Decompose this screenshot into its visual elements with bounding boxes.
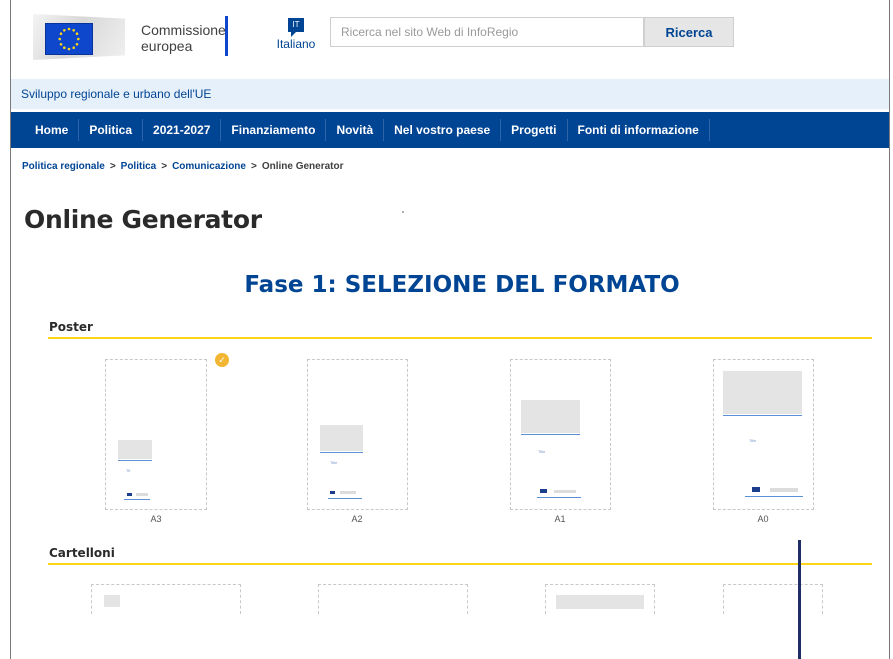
language-label: Italiano — [276, 37, 316, 51]
format-label-a3: A3 — [150, 514, 162, 524]
billboard-card-1[interactable] — [91, 584, 241, 614]
logo-divider — [225, 16, 228, 56]
section-divider-poster — [48, 337, 872, 339]
section-label-poster: Poster — [49, 320, 93, 334]
search-input[interactable] — [330, 17, 644, 47]
thumb-footer-rule — [328, 498, 362, 499]
breadcrumb-separator: > — [161, 161, 168, 172]
decorative-dot — [402, 211, 404, 213]
nav-item-finanziamento[interactable]: Finanziamento — [220, 119, 325, 141]
thumb-title: Title — [749, 438, 757, 443]
breadcrumb-separator: > — [109, 161, 116, 172]
eu-flag-icon — [45, 23, 93, 55]
billboard-card-4[interactable] — [723, 584, 823, 614]
nav-item-2021-2027[interactable]: 2021-2027 — [142, 119, 220, 141]
site-header: Commissione europea IT Italiano Ricerca — [11, 0, 889, 75]
thumb-title: Title — [538, 449, 546, 454]
breadcrumb-link-comunicazione[interactable]: Comunicazione — [172, 161, 246, 172]
search-button[interactable]: Ricerca — [644, 17, 734, 47]
thumb-logo — [330, 491, 335, 494]
thumb-partner-logos — [770, 488, 798, 492]
logo-text-line2: europea — [141, 38, 193, 54]
format-card-a1[interactable]: Title — [510, 359, 611, 510]
thumb-footer-rule — [124, 499, 150, 500]
thumb-title: Tit — [126, 468, 131, 473]
thumb-partner-logos — [136, 493, 148, 496]
thumb-rule — [320, 452, 363, 453]
section-label-cartelloni: Cartelloni — [49, 546, 115, 560]
nav-item-fonti-di-informazione[interactable]: Fonti di informazione — [566, 119, 710, 141]
thumb-partner-logos — [554, 490, 576, 493]
search-form: Ricerca — [330, 17, 735, 49]
format-card-a0[interactable]: Title — [713, 359, 814, 510]
nav-item-politica[interactable]: Politica — [78, 119, 142, 141]
selected-check-icon: ✓ — [215, 353, 229, 367]
breadcrumb-link-politica[interactable]: Politica — [121, 161, 157, 172]
thumb-image-placeholder — [118, 440, 152, 459]
nav-item-nel-vostro-paese[interactable]: Nel vostro paese — [383, 119, 500, 141]
thumb-partner-logos — [340, 491, 356, 494]
logo-text: Commissione europea — [141, 22, 226, 54]
thumb-logo — [127, 493, 132, 496]
format-card-a2[interactable]: Title — [307, 359, 408, 510]
billboard-card-2[interactable] — [318, 584, 468, 614]
breadcrumb: Politica regionale > Politica > Comunicazion… — [22, 161, 344, 172]
format-card-a3[interactable]: Tit — [105, 359, 207, 510]
thumb-logo — [752, 487, 760, 492]
page-title: Online Generator — [24, 205, 262, 234]
format-label-a1: A1 — [554, 514, 566, 524]
breadcrumb-separator: > — [250, 161, 257, 172]
nav-item-home[interactable]: Home — [25, 119, 78, 141]
logo-text-line1: Commissione — [141, 22, 226, 38]
thumb-logo — [540, 489, 547, 493]
browser-viewport: Commissione europea IT Italiano Ricerca … — [10, 0, 890, 659]
billboard-card-3[interactable] — [545, 584, 655, 614]
breadcrumb-link-politica-regionale[interactable]: Politica regionale — [22, 161, 105, 172]
site-name-bar: Sviluppo regionale e urbano dell'UE — [11, 79, 889, 109]
european-commission-logo[interactable]: Commissione europea — [33, 14, 229, 60]
site-name-link[interactable]: Sviluppo regionale e urbano dell'UE — [21, 87, 211, 101]
thumb-image-placeholder — [320, 425, 363, 451]
thumb-rule — [118, 460, 152, 461]
thumb-image-placeholder — [521, 400, 580, 433]
thumb-image-placeholder — [104, 595, 120, 607]
format-label-a0: A0 — [757, 514, 769, 524]
nav-item-progetti[interactable]: Progetti — [500, 119, 566, 141]
nav-item-novita[interactable]: Novità — [325, 119, 383, 141]
thumb-image-placeholder — [723, 371, 802, 414]
thumb-image-placeholder — [556, 595, 644, 609]
breadcrumb-current: Online Generator — [261, 161, 344, 172]
thumb-title: Title — [330, 460, 338, 465]
language-selector[interactable]: IT Italiano — [266, 14, 326, 51]
vertical-scroll-indicator — [798, 540, 801, 659]
section-divider-cartelloni — [48, 563, 872, 565]
thumb-footer-rule — [745, 496, 803, 497]
step-title: Fase 1: SELEZIONE DEL FORMATO — [244, 272, 680, 298]
thumb-rule — [521, 434, 580, 435]
main-navigation: Home Politica 2021-2027 Finanziamento No… — [11, 112, 889, 148]
language-code-badge: IT — [288, 18, 304, 37]
format-label-a2: A2 — [351, 514, 363, 524]
thumb-rule — [723, 415, 802, 416]
thumb-footer-rule — [537, 497, 581, 498]
